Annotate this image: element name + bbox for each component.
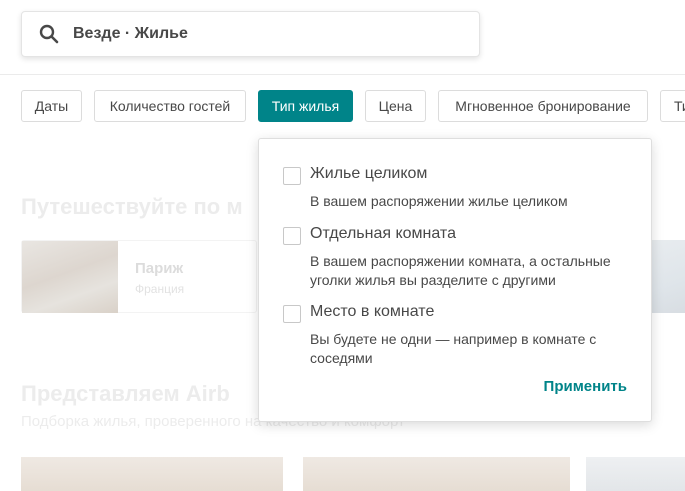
filter-more-button[interactable]: Ти	[660, 90, 685, 122]
home-type-dropdown: Жилье целиком В вашем распоряжении жилье…	[258, 138, 652, 422]
filter-instant-book-button[interactable]: Мгновенное бронирование	[438, 90, 648, 122]
destination-country: Франция	[135, 282, 185, 296]
checkbox-shared-room[interactable]	[283, 305, 301, 323]
listing-image	[21, 457, 283, 491]
destination-image	[22, 241, 118, 313]
option-description: В вашем распоряжении жилье целиком	[310, 193, 568, 209]
filter-dates-button[interactable]: Даты	[21, 90, 82, 122]
checkbox-private-room[interactable]	[283, 227, 301, 245]
filter-guests-button[interactable]: Количество гостей	[94, 90, 246, 122]
listing-image	[303, 457, 570, 491]
destination-image-partial	[652, 240, 685, 313]
option-label: Место в комнате	[310, 303, 435, 320]
destination-card[interactable]: Париж Франция	[21, 240, 257, 313]
section-title-plus: Представляем Airb	[21, 381, 230, 406]
search-bar[interactable]: Везде · Жилье	[21, 11, 480, 57]
option-label: Отдельная комната	[310, 225, 456, 242]
listing-image	[586, 457, 685, 491]
header-divider	[0, 74, 685, 75]
search-icon	[39, 24, 59, 44]
option-label: Жилье целиком	[310, 165, 428, 182]
search-query: Везде · Жилье	[73, 25, 188, 42]
filter-price-button[interactable]: Цена	[365, 90, 426, 122]
filter-home-type-button[interactable]: Тип жилья	[258, 90, 353, 122]
checkbox-entire-home[interactable]	[283, 167, 301, 185]
option-description: В вашем распоряжении комната, а остальны…	[310, 253, 611, 288]
apply-button[interactable]: Применить	[544, 378, 627, 395]
option-description: Вы будете не одни — например в комнате с…	[310, 331, 597, 366]
section-title-travel: Путешествуйте по м	[21, 194, 243, 219]
destination-city: Париж	[135, 260, 184, 277]
